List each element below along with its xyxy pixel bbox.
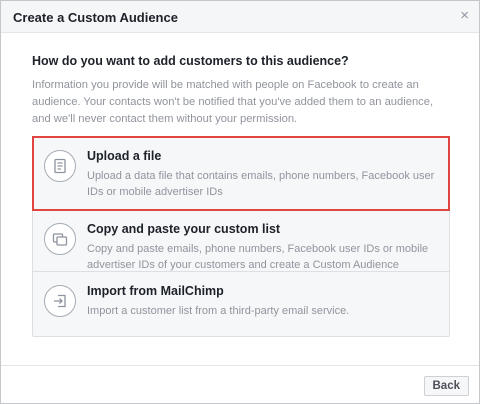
dialog-header: Create a Custom Audience bbox=[1, 1, 479, 33]
document-icon bbox=[44, 150, 76, 182]
option-description: Import a customer list from a third-part… bbox=[87, 305, 350, 317]
option-description: Copy and paste emails, phone numbers, Fa… bbox=[87, 243, 429, 271]
document-icon-glyph bbox=[54, 158, 66, 174]
copy-icon bbox=[44, 223, 76, 255]
close-icon[interactable]: × bbox=[460, 8, 469, 23]
option-upload-file[interactable]: Upload a file Upload a data file that co… bbox=[32, 136, 450, 211]
info-text: Information you provide will be matched … bbox=[32, 79, 434, 125]
option-title: Upload a file bbox=[87, 149, 162, 163]
copy-icon-glyph bbox=[52, 233, 68, 246]
import-icon-glyph bbox=[54, 294, 66, 308]
option-title: Copy and paste your custom list bbox=[87, 222, 281, 236]
dialog-title: Create a Custom Audience bbox=[13, 10, 178, 25]
dialog-footer-divider bbox=[1, 365, 479, 366]
option-title: Import from MailChimp bbox=[87, 284, 224, 298]
back-button[interactable]: Back bbox=[423, 376, 469, 396]
option-description: Upload a data file that contains emails,… bbox=[87, 170, 435, 198]
option-copy-paste[interactable]: Copy and paste your custom list Copy and… bbox=[33, 210, 449, 272]
option-import-mailchimp[interactable]: Import from MailChimp Import a customer … bbox=[33, 272, 449, 336]
import-icon bbox=[44, 285, 76, 317]
custom-audience-dialog: Create a Custom Audience × How do you wa… bbox=[0, 0, 480, 404]
question-heading: How do you want to add customers to this… bbox=[32, 54, 349, 68]
option-list: Upload a file Upload a data file that co… bbox=[32, 136, 450, 337]
